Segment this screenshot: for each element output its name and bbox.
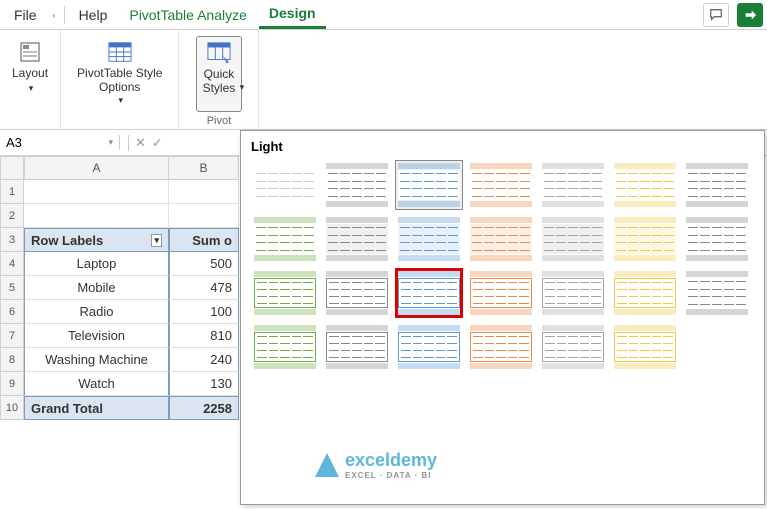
chevron-down-icon: ▾ (29, 83, 34, 93)
tab-help[interactable]: Help (69, 2, 118, 28)
chevron-down-icon: ▾ (240, 82, 245, 93)
style-thumbnail[interactable] (611, 268, 679, 318)
style-options-label: PivotTable Style Options (77, 66, 162, 95)
row-header[interactable]: 9 (0, 372, 24, 396)
style-thumbnail[interactable] (683, 214, 751, 264)
style-thumbnail[interactable] (251, 214, 319, 264)
pivot-row-labels-header[interactable]: Row Labels▾ (24, 228, 169, 252)
style-thumbnail[interactable] (467, 268, 535, 318)
pivot-row-label[interactable]: Washing Machine (24, 348, 169, 372)
pivot-row-label[interactable]: Laptop (24, 252, 169, 276)
style-thumbnail[interactable] (395, 214, 463, 264)
name-box[interactable]: A3 ▾ (0, 135, 120, 150)
layout-button[interactable]: Layout ▾ (6, 36, 54, 99)
style-options-icon (108, 40, 132, 64)
ribbon-group-style-options: PivotTable Style Options ▾ (61, 30, 179, 129)
style-thumbnail[interactable] (251, 160, 319, 210)
row-header[interactable]: 10 (0, 396, 24, 420)
ribbon-group-name: Pivot (207, 115, 231, 127)
quick-access-expand[interactable]: ‹ (49, 10, 60, 20)
row-header[interactable]: 4 (0, 252, 24, 276)
style-thumbnail[interactable] (251, 268, 319, 318)
column-header-b[interactable]: B (169, 156, 239, 180)
style-thumbnail[interactable] (467, 214, 535, 264)
style-thumbnail[interactable] (323, 160, 391, 210)
quick-styles-button[interactable]: Quick Styles ▾ (196, 36, 243, 112)
separator (64, 6, 65, 24)
tab-design[interactable]: Design (259, 0, 326, 29)
row-header[interactable]: 8 (0, 348, 24, 372)
pivot-value[interactable]: 500 (169, 252, 239, 276)
quick-styles-icon (207, 41, 231, 65)
filter-dropdown-icon[interactable]: ▾ (151, 234, 162, 247)
tab-pivottable-analyze[interactable]: PivotTable Analyze (119, 2, 257, 28)
style-thumbnail[interactable] (611, 322, 679, 372)
cancel-icon[interactable]: ✕ (135, 135, 146, 151)
pivot-row-label[interactable]: Mobile (24, 276, 169, 300)
style-thumbnail[interactable] (683, 268, 751, 318)
quick-styles-gallery: Light (240, 130, 765, 505)
style-thumbnail[interactable] (395, 160, 463, 210)
share-icon[interactable] (737, 3, 763, 27)
comments-icon[interactable] (703, 3, 729, 27)
row-header[interactable]: 3 (0, 228, 24, 252)
style-thumbnail[interactable] (467, 160, 535, 210)
chevron-down-icon[interactable]: ▾ (108, 137, 113, 148)
pivot-row-label[interactable]: Television (24, 324, 169, 348)
ribbon-group-layout: Layout ▾ (0, 30, 61, 129)
row-header[interactable]: 2 (0, 204, 24, 228)
menu-tabs: File ‹ Help PivotTable Analyze Design (0, 0, 767, 30)
name-box-value: A3 (6, 135, 22, 150)
style-thumbnail[interactable] (323, 322, 391, 372)
layout-icon (18, 40, 42, 64)
style-thumbnails (251, 160, 754, 372)
pivot-value[interactable]: 810 (169, 324, 239, 348)
pivot-row-label[interactable]: Radio (24, 300, 169, 324)
separator (128, 135, 129, 151)
style-thumbnail[interactable] (539, 268, 607, 318)
style-thumbnail[interactable] (323, 214, 391, 264)
row-header[interactable]: 5 (0, 276, 24, 300)
watermark: exceldemy EXCEL · DATA · BI (315, 450, 437, 480)
style-thumbnail[interactable] (611, 160, 679, 210)
style-thumbnail[interactable] (539, 160, 607, 210)
style-thumbnail[interactable] (323, 268, 391, 318)
pivot-values-header[interactable]: Sum o (169, 228, 239, 252)
watermark-text: exceldemy (345, 450, 437, 470)
ribbon-design: Layout ▾ PivotTable Style Options ▾ Quick… (0, 30, 767, 130)
style-thumbnail[interactable] (395, 268, 463, 318)
pivot-value[interactable]: 130 (169, 372, 239, 396)
tab-file[interactable]: File (4, 2, 47, 28)
style-thumbnail[interactable] (539, 322, 607, 372)
quick-styles-label: Quick Styles (203, 67, 236, 96)
style-thumbnail[interactable] (683, 160, 751, 210)
row-header[interactable]: 1 (0, 180, 24, 204)
column-header-a[interactable]: A (24, 156, 169, 180)
row-headers: 12345678910 (0, 156, 24, 420)
ribbon-group-quick-styles: Quick Styles ▾ Pivot (179, 30, 259, 129)
enter-icon[interactable]: ✓ (152, 135, 163, 151)
pivot-value[interactable]: 240 (169, 348, 239, 372)
style-thumbnail[interactable] (251, 322, 319, 372)
style-thumbnail[interactable] (395, 322, 463, 372)
pivot-grand-total-value[interactable]: 2258 (169, 396, 239, 420)
style-thumbnail[interactable] (467, 322, 535, 372)
style-thumbnail[interactable] (611, 214, 679, 264)
pivot-value[interactable]: 100 (169, 300, 239, 324)
pivottable-style-options-button[interactable]: PivotTable Style Options ▾ (71, 36, 168, 110)
pivot-value[interactable]: 478 (169, 276, 239, 300)
watermark-sub: EXCEL · DATA · BI (345, 471, 437, 480)
row-header[interactable]: 6 (0, 300, 24, 324)
formula-bar-buttons: ✕ ✓ (120, 135, 171, 151)
style-thumbnail[interactable] (539, 214, 607, 264)
pivot-grand-total-label[interactable]: Grand Total (24, 396, 169, 420)
pivot-row-label[interactable]: Watch (24, 372, 169, 396)
row-header[interactable]: 7 (0, 324, 24, 348)
layout-label: Layout (12, 66, 48, 80)
watermark-icon (315, 453, 339, 477)
chevron-down-icon: ▾ (118, 95, 123, 106)
gallery-section-title: Light (251, 139, 754, 154)
